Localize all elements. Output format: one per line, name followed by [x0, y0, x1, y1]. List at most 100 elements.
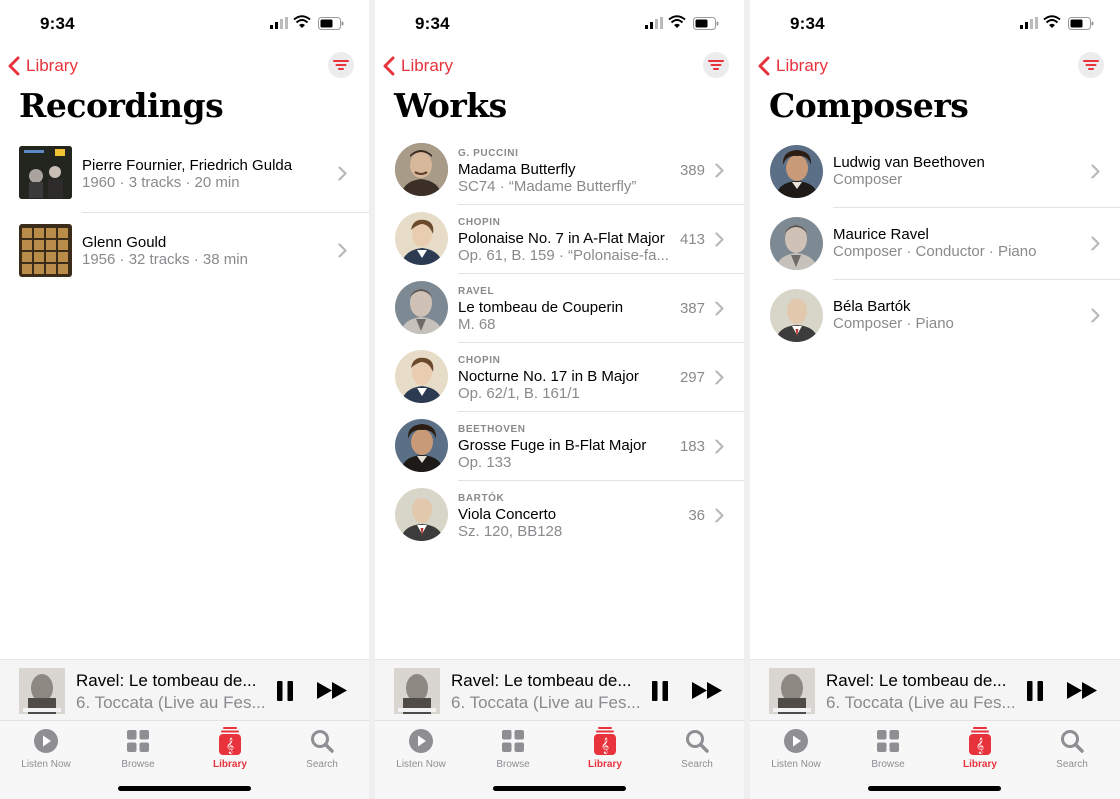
- recording-row[interactable]: Glenn Gould 1956 · 32 tracks · 38 min: [0, 224, 369, 290]
- tab-listen-now[interactable]: Listen Now: [0, 727, 92, 770]
- filter-button[interactable]: [703, 52, 729, 78]
- work-catalog: Sz. 120, BB128: [458, 523, 563, 540]
- filter-button[interactable]: [328, 52, 354, 78]
- work-title: Polonaise No. 7 in A-Flat Major: [458, 230, 665, 247]
- composer-portrait: [770, 145, 823, 198]
- tab-browse[interactable]: Browse: [92, 727, 184, 770]
- chevron-left-icon: [8, 56, 20, 76]
- clock: 9:34: [40, 14, 75, 33]
- recording-count: 183: [679, 438, 705, 455]
- play-circle-icon: [34, 729, 58, 753]
- page-title: Composers: [769, 86, 969, 125]
- work-row[interactable]: CHOPIN Nocturne No. 17 in B Major Op. 62…: [375, 350, 744, 412]
- composer-name: Maurice Ravel: [833, 226, 929, 243]
- work-composer: G. PUCCINI: [458, 148, 519, 159]
- three-screen-composite: 9:34 Library Recordings Pierre Fournier,…: [0, 0, 1120, 799]
- library-icon: 𝄞: [969, 727, 991, 755]
- composer-portrait: [395, 212, 448, 265]
- library-icon: 𝄞: [219, 727, 241, 755]
- work-catalog: SC74 · “Madame Butterfly”: [458, 178, 637, 195]
- chevron-right-icon: [715, 301, 724, 316]
- chevron-right-icon: [715, 508, 724, 523]
- tab-library[interactable]: 𝄞 Library: [184, 727, 276, 770]
- tab-browse[interactable]: Browse: [467, 727, 559, 770]
- filter-button[interactable]: [1078, 52, 1104, 78]
- play-circle-icon: [409, 729, 433, 753]
- work-row[interactable]: BEETHOVEN Grosse Fuge in B-Flat Major Op…: [375, 419, 744, 481]
- work-catalog: Op. 61, B. 159 · “Polonaise-fa...: [458, 247, 669, 264]
- battery-icon: [693, 17, 719, 30]
- back-button[interactable]: Library: [8, 54, 78, 78]
- play-circle-icon: [784, 729, 808, 753]
- work-row[interactable]: CHOPIN Polonaise No. 7 in A-Flat Major O…: [375, 212, 744, 274]
- wifi-icon: [293, 15, 311, 28]
- tab-label: Library: [963, 759, 997, 770]
- home-indicator: [118, 786, 251, 791]
- filter-icon: [1083, 60, 1099, 70]
- fast-forward-icon[interactable]: [1067, 682, 1099, 699]
- work-title: Nocturne No. 17 in B Major: [458, 368, 639, 385]
- chevron-left-icon: [383, 56, 395, 76]
- work-title: Grosse Fuge in B-Flat Major: [458, 437, 647, 454]
- tab-listen-now[interactable]: Listen Now: [750, 727, 842, 770]
- pause-icon[interactable]: [651, 681, 669, 701]
- svg-text:𝄞: 𝄞: [976, 738, 984, 754]
- recordings-screen: 9:34 Library Recordings Pierre Fournier,…: [0, 0, 369, 799]
- composer-row[interactable]: Béla Bartók Composer · Piano: [750, 289, 1119, 351]
- divider: [833, 207, 1120, 208]
- composer-portrait: [395, 143, 448, 196]
- composer-portrait: [395, 419, 448, 472]
- tab-label: Browse: [121, 759, 155, 770]
- composer-roles: Composer · Piano: [833, 315, 954, 332]
- now-playing-artwork: [394, 668, 440, 714]
- back-button[interactable]: Library: [758, 54, 828, 78]
- chevron-right-icon: [1091, 308, 1100, 323]
- composer-portrait: [770, 217, 823, 270]
- composer-row[interactable]: Maurice Ravel Composer · Conductor · Pia…: [750, 217, 1119, 279]
- divider: [458, 342, 744, 343]
- fast-forward-icon[interactable]: [317, 682, 349, 699]
- pause-icon[interactable]: [1026, 681, 1044, 701]
- filter-icon: [708, 60, 724, 70]
- tab-label: Search: [1056, 759, 1088, 770]
- mini-player[interactable]: Ravel: Le tombeau de... 6. Toccata (Live…: [375, 659, 744, 721]
- now-playing-title: Ravel: Le tombeau de...: [451, 671, 632, 690]
- now-playing-artwork: [769, 668, 815, 714]
- page-title: Works: [394, 86, 507, 125]
- grid-icon: [877, 730, 899, 752]
- tab-search[interactable]: Search: [651, 727, 743, 770]
- works-screen: 9:34 Library Works G. PUCCINI Madama But…: [375, 0, 744, 799]
- back-button[interactable]: Library: [383, 54, 453, 78]
- recording-count: 387: [679, 300, 705, 317]
- tab-label: Listen Now: [771, 759, 821, 770]
- tab-listen-now[interactable]: Listen Now: [375, 727, 467, 770]
- fast-forward-icon[interactable]: [692, 682, 724, 699]
- work-title: Madama Butterfly: [458, 161, 576, 178]
- recording-count: 36: [688, 507, 705, 524]
- now-playing-subtitle: 6. Toccata (Live au Fes...: [826, 693, 1016, 712]
- composer-portrait: [395, 281, 448, 334]
- clock: 9:34: [790, 14, 825, 33]
- composer-row[interactable]: Ludwig van Beethoven Composer: [750, 145, 1119, 207]
- tab-search[interactable]: Search: [1026, 727, 1118, 770]
- pause-icon[interactable]: [276, 681, 294, 701]
- tab-label: Search: [681, 759, 713, 770]
- recording-row[interactable]: Pierre Fournier, Friedrich Gulda 1960 · …: [0, 146, 369, 212]
- work-row[interactable]: RAVEL Le tombeau de Couperin M. 68 387: [375, 281, 744, 343]
- work-row[interactable]: BARTÓK Viola Concerto Sz. 120, BB128 36: [375, 488, 744, 550]
- work-composer: RAVEL: [458, 286, 495, 297]
- work-catalog: M. 68: [458, 316, 496, 333]
- mini-player[interactable]: Ravel: Le tombeau de... 6. Toccata (Live…: [0, 659, 369, 721]
- chevron-left-icon: [758, 56, 770, 76]
- work-catalog: Op. 62/1, B. 161/1: [458, 385, 580, 402]
- tab-library[interactable]: 𝄞 Library: [559, 727, 651, 770]
- mini-player[interactable]: Ravel: Le tombeau de... 6. Toccata (Live…: [750, 659, 1120, 721]
- tab-browse[interactable]: Browse: [842, 727, 934, 770]
- tab-library[interactable]: 𝄞 Library: [934, 727, 1026, 770]
- composer-roles: Composer: [833, 171, 903, 188]
- tab-search[interactable]: Search: [276, 727, 368, 770]
- work-row[interactable]: G. PUCCINI Madama Butterfly SC74 · “Mada…: [375, 143, 744, 205]
- home-indicator: [868, 786, 1001, 791]
- composer-name: Ludwig van Beethoven: [833, 154, 985, 171]
- home-indicator: [493, 786, 626, 791]
